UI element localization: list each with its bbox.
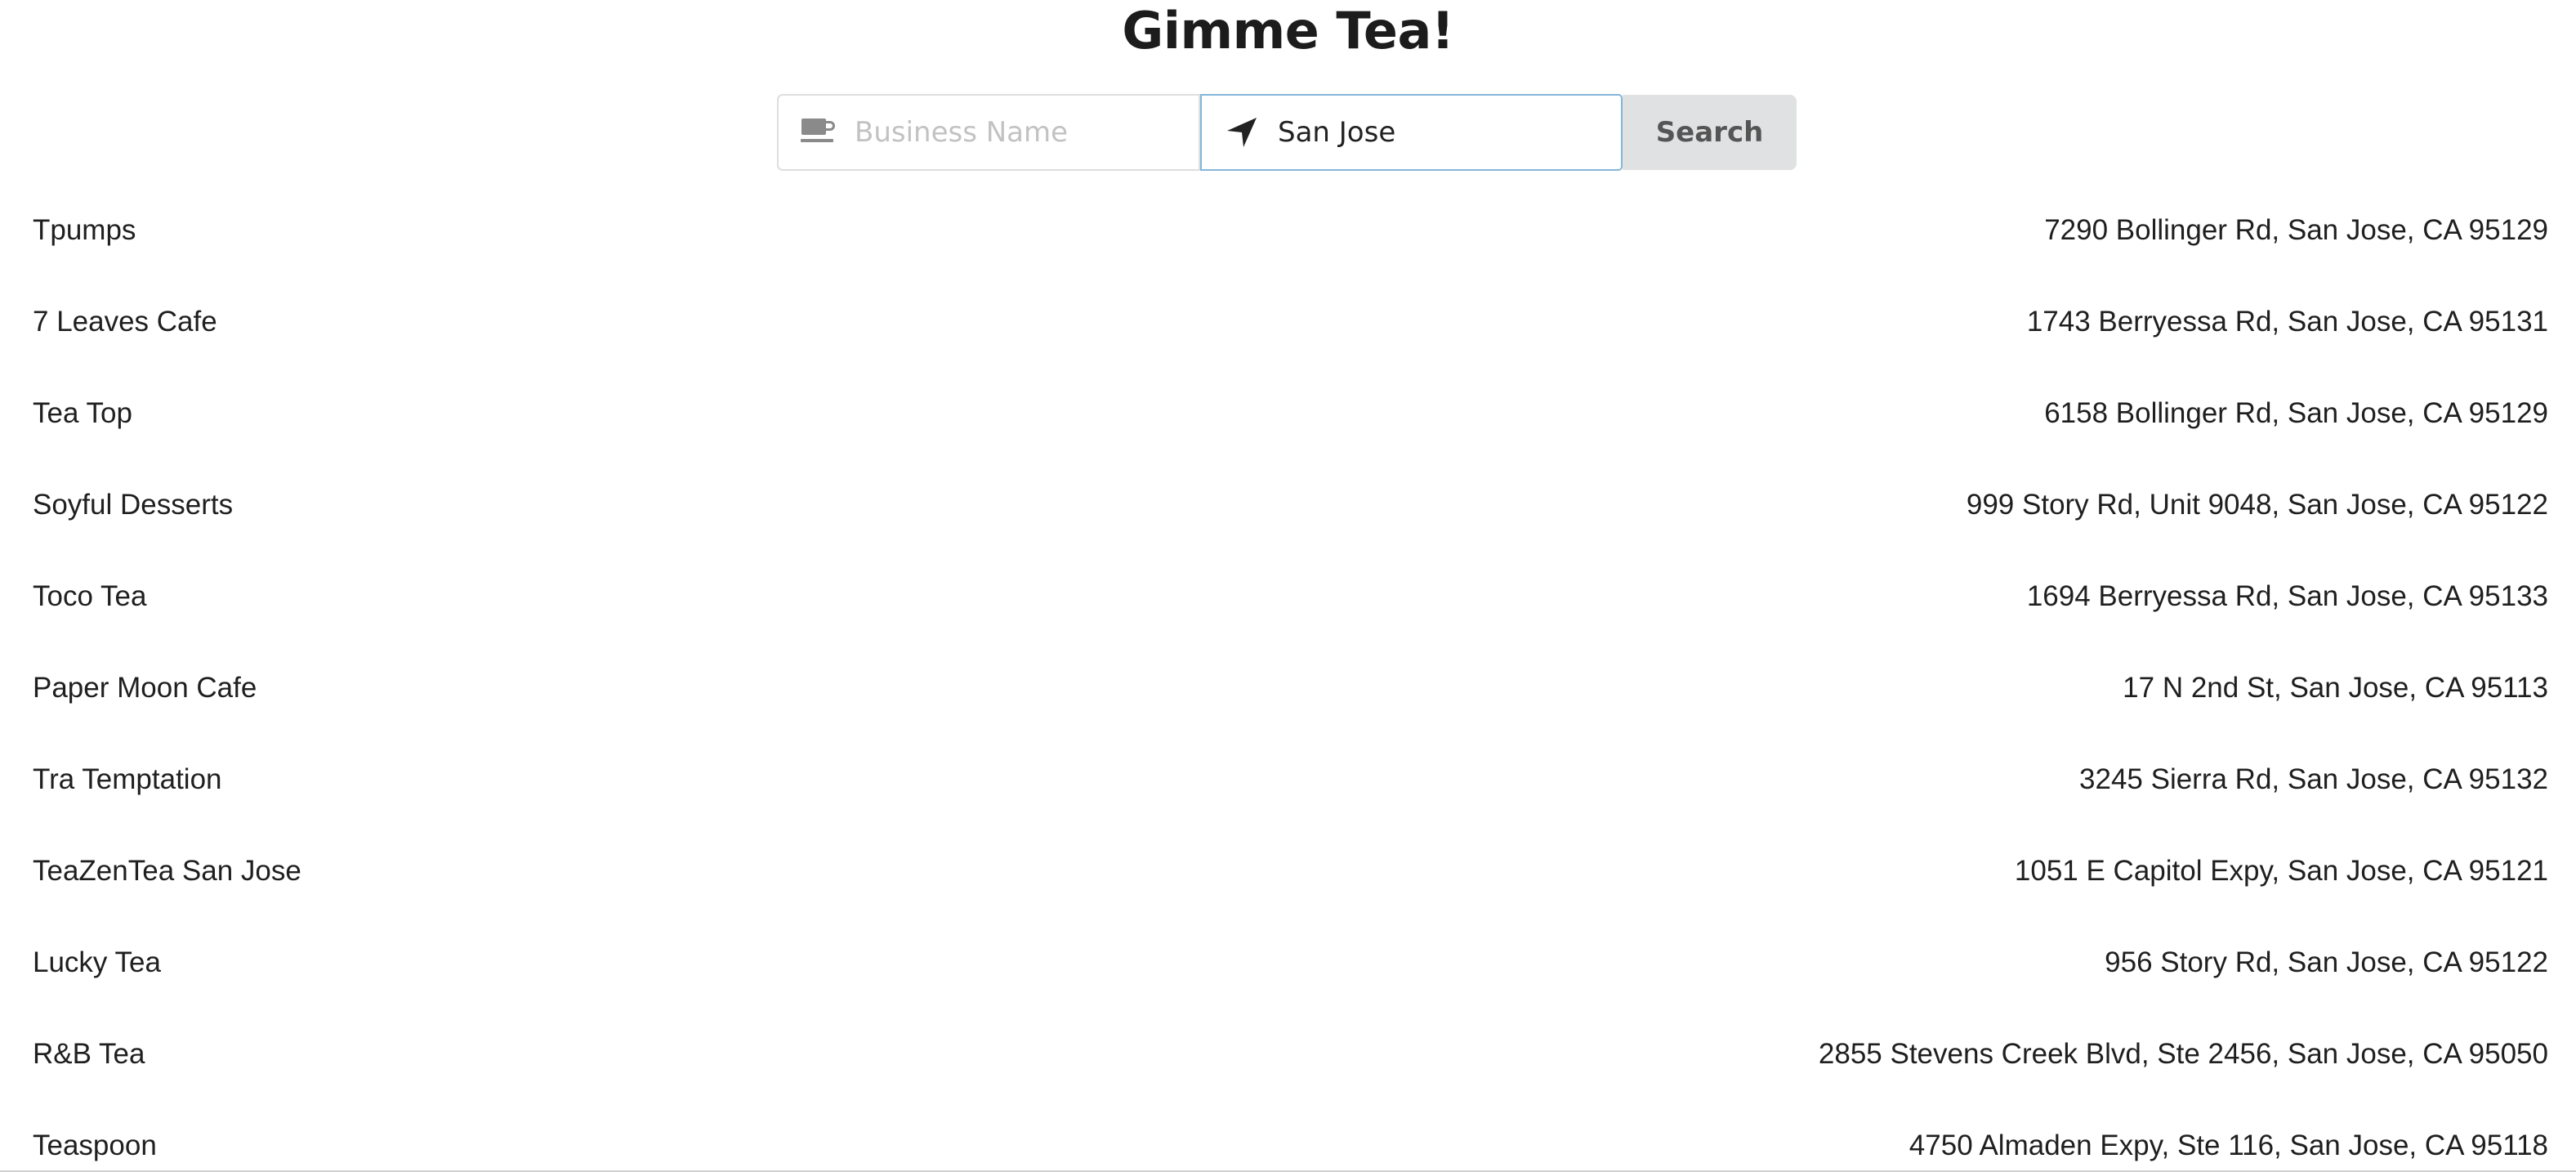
search-button[interactable]: Search bbox=[1623, 95, 1797, 170]
business-name[interactable]: Soyful Desserts bbox=[33, 483, 233, 527]
page-title: Gimme Tea! bbox=[1122, 1, 1454, 60]
list-item[interactable]: Lucky Tea 956 Story Rd, San Jose, CA 951… bbox=[0, 919, 2576, 1010]
business-address: 999 Story Rd, Unit 9048, San Jose, CA 95… bbox=[1966, 489, 2548, 521]
business-name[interactable]: R&B Tea bbox=[33, 1032, 145, 1076]
list-item[interactable]: R&B Tea 2855 Stevens Creek Blvd, Ste 245… bbox=[0, 1010, 2576, 1102]
business-address: 3245 Sierra Rd, San Jose, CA 95132 bbox=[2079, 763, 2548, 795]
coffee-cup-icon bbox=[800, 114, 837, 151]
location-input[interactable] bbox=[1278, 96, 1613, 169]
business-address: 17 N 2nd St, San Jose, CA 95113 bbox=[2123, 672, 2548, 704]
business-address: 1051 E Capitol Expy, San Jose, CA 95121 bbox=[2014, 855, 2548, 887]
business-address: 7290 Bollinger Rd, San Jose, CA 95129 bbox=[2044, 214, 2548, 246]
business-name[interactable]: 7 Leaves Cafe bbox=[33, 300, 217, 344]
list-item[interactable]: Paper Moon Cafe 17 N 2nd St, San Jose, C… bbox=[0, 644, 2576, 736]
location-arrow-icon bbox=[1223, 114, 1261, 151]
business-address: 956 Story Rd, San Jose, CA 95122 bbox=[2105, 946, 2548, 978]
business-name[interactable]: Tpumps bbox=[33, 208, 136, 253]
business-address: 1743 Berryessa Rd, San Jose, CA 95131 bbox=[2026, 306, 2548, 338]
search-bar: Search bbox=[777, 94, 1797, 171]
business-name[interactable]: Teaspoon bbox=[33, 1124, 157, 1168]
location-field[interactable] bbox=[1200, 94, 1623, 171]
results-list: Tpumps 7290 Bollinger Rd, San Jose, CA 9… bbox=[0, 186, 2576, 1172]
business-name[interactable]: Tea Top bbox=[33, 391, 132, 436]
list-item[interactable]: Teaspoon 4750 Almaden Expy, Ste 116, San… bbox=[0, 1102, 2576, 1172]
business-name[interactable]: Paper Moon Cafe bbox=[33, 666, 257, 710]
list-item[interactable]: TeaZenTea San Jose 1051 E Capitol Expy, … bbox=[0, 827, 2576, 919]
page: Gimme Tea! Search Tpumps 7 bbox=[0, 0, 2576, 1172]
business-address: 2855 Stevens Creek Blvd, Ste 2456, San J… bbox=[1818, 1038, 2548, 1070]
list-item[interactable]: Tea Top 6158 Bollinger Rd, San Jose, CA … bbox=[0, 369, 2576, 461]
business-name[interactable]: TeaZenTea San Jose bbox=[33, 849, 301, 893]
business-address: 6158 Bollinger Rd, San Jose, CA 95129 bbox=[2044, 397, 2548, 429]
list-item[interactable]: Toco Tea 1694 Berryessa Rd, San Jose, CA… bbox=[0, 552, 2576, 644]
business-name[interactable]: Tra Temptation bbox=[33, 758, 222, 802]
list-item[interactable]: Soyful Desserts 999 Story Rd, Unit 9048,… bbox=[0, 461, 2576, 552]
list-item[interactable]: Tpumps 7290 Bollinger Rd, San Jose, CA 9… bbox=[0, 186, 2576, 278]
list-item[interactable]: Tra Temptation 3245 Sierra Rd, San Jose,… bbox=[0, 736, 2576, 827]
business-address: 1694 Berryessa Rd, San Jose, CA 95133 bbox=[2026, 580, 2548, 612]
list-item[interactable]: 7 Leaves Cafe 1743 Berryessa Rd, San Jos… bbox=[0, 278, 2576, 369]
business-name[interactable]: Toco Tea bbox=[33, 575, 146, 619]
business-name[interactable]: Lucky Tea bbox=[33, 941, 161, 985]
business-name-field[interactable] bbox=[777, 94, 1200, 171]
business-address: 4750 Almaden Expy, Ste 116, San Jose, CA… bbox=[1909, 1130, 2548, 1161]
business-name-input[interactable] bbox=[855, 96, 1190, 169]
